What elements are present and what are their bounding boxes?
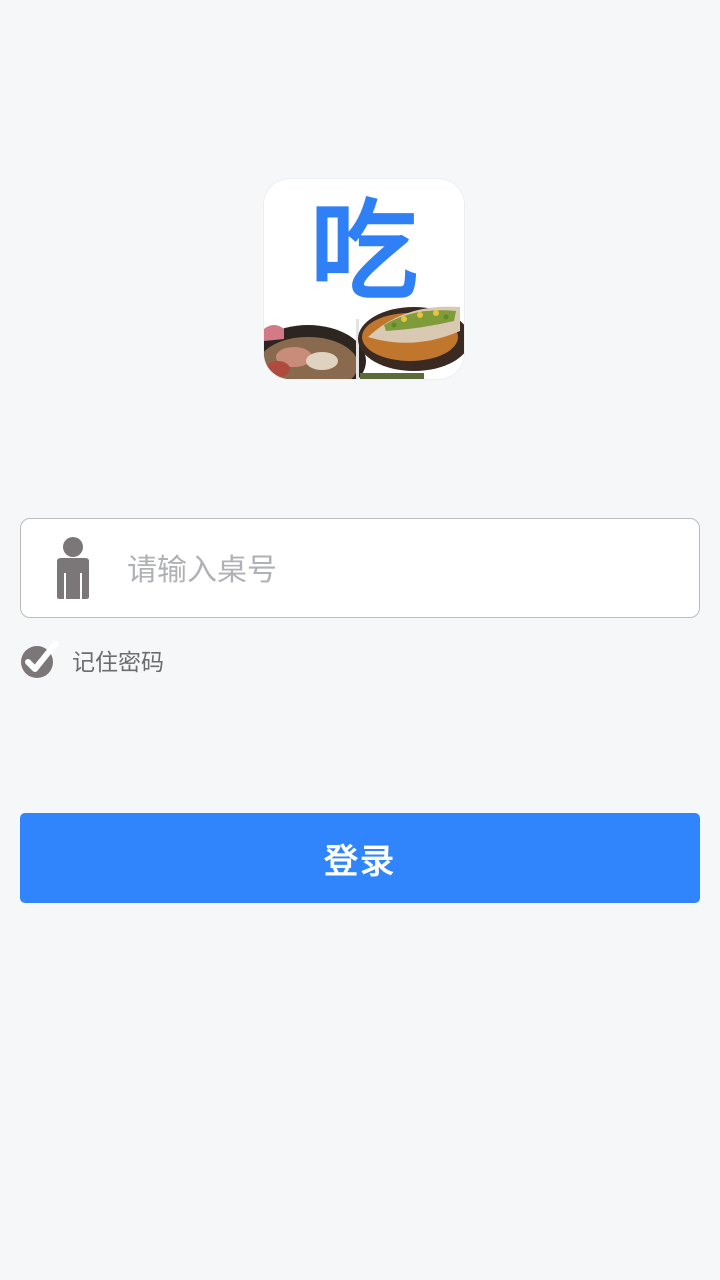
login-button[interactable]: 登录 bbox=[20, 813, 700, 903]
logo-character: 吃 bbox=[309, 189, 418, 315]
table-number-input[interactable] bbox=[125, 541, 669, 599]
remember-password-toggle[interactable]: 记住密码 bbox=[20, 640, 164, 680]
app-logo: 吃 bbox=[264, 179, 464, 379]
table-number-field[interactable] bbox=[20, 518, 700, 618]
remember-password-label: 记住密码 bbox=[72, 650, 164, 676]
user-icon bbox=[57, 537, 89, 599]
check-circle-icon bbox=[21, 641, 58, 678]
login-screen: 吃 记住密码 登录 bbox=[0, 0, 720, 1280]
